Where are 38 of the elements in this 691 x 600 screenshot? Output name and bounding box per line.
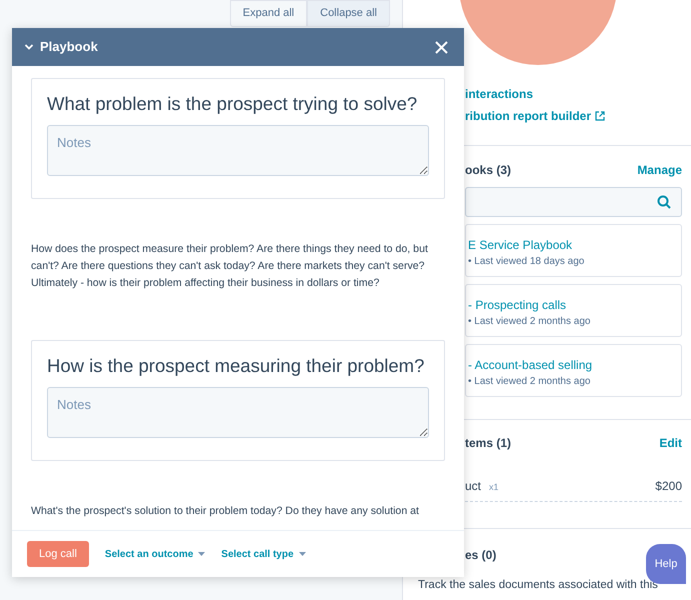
- playbook-title[interactable]: - Account-based selling: [468, 356, 677, 374]
- edit-link[interactable]: Edit: [659, 434, 682, 452]
- caret-icon: [198, 552, 206, 556]
- playbook-card[interactable]: - Account-based selling • Last viewed 2 months ago: [465, 344, 682, 397]
- guidance-text: What's the prospect's solution to their problem today? Do they have any solution at: [31, 504, 420, 520]
- dropdown-button[interactable]: Select call type: [221, 546, 306, 562]
- product-name: uct: [465, 478, 482, 495]
- last-viewed-text: • Last viewed 18 days ago: [468, 255, 586, 269]
- report-link[interactable]: ribution report builder: [465, 107, 682, 125]
- search-icon: [657, 195, 671, 209]
- external-link-icon: [595, 111, 605, 121]
- search-field[interactable]: [465, 187, 682, 217]
- section-title: es (0): [465, 548, 496, 562]
- playbook-title[interactable]: - Prospecting calls: [468, 296, 677, 314]
- collapse-toggle[interactable]: Playbook: [24, 37, 98, 57]
- section-title: ooks (3): [465, 162, 512, 179]
- section-title: tems (1): [465, 435, 512, 452]
- playbook-card[interactable]: E Service Playbook • Last viewed 18 days ago: [465, 224, 682, 277]
- guidance-text: How does the prospect measure their problem? Are there things they need to do, but can't? Are there questions they can't ask today? Are there markets they can't serve? Ultimately - how is their problem affecting their business in dollars or time?: [31, 242, 429, 292]
- quantity-text: x1: [489, 481, 499, 494]
- expand-all-button[interactable]: Expand all: [230, 0, 308, 26]
- last-viewed-text: • Last viewed 2 months ago: [468, 315, 592, 329]
- question-title: What problem is the prospect trying to solve?: [47, 93, 418, 116]
- chevron-icon: [24, 42, 34, 52]
- price-text: $200: [655, 478, 682, 495]
- log-call-button[interactable]: Log call: [27, 540, 89, 568]
- playbook-title[interactable]: E Service Playbook: [468, 236, 677, 254]
- manage-link[interactable]: Manage: [637, 161, 682, 179]
- playbook-card[interactable]: - Prospecting calls • Last viewed 2 months ago: [465, 284, 682, 337]
- notes-field[interactable]: Notes: [47, 125, 429, 176]
- question-title: How is the prospect measuring their problem?: [47, 355, 426, 378]
- close-button[interactable]: [435, 40, 448, 54]
- collapse-all-button[interactable]: Collapse all: [307, 0, 390, 26]
- report-link[interactable]: interactions: [465, 85, 682, 103]
- caret-icon: [298, 552, 306, 556]
- last-viewed-text: • Last viewed 2 months ago: [468, 375, 592, 389]
- dropdown-button[interactable]: Select an outcome: [104, 546, 206, 562]
- notes-field[interactable]: Notes: [47, 387, 429, 438]
